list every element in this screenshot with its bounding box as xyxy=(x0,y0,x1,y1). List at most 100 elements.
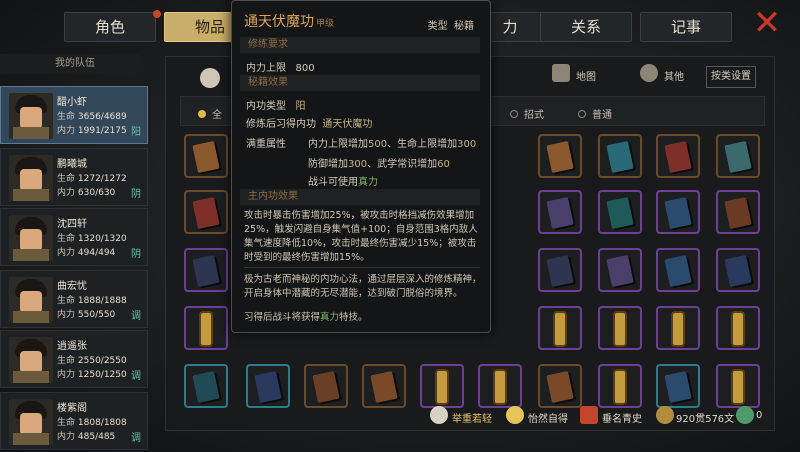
character-card[interactable]: 逍遥张 生命 2550/2550 内力 1250/1250 调 xyxy=(0,330,148,388)
tooltip-title-text: 通天伏魔功 xyxy=(244,14,314,30)
full-3a-value: 真力 xyxy=(358,177,378,188)
yinyang-tag: 调 xyxy=(131,371,141,382)
book-icon xyxy=(192,255,220,287)
filter-label-normal: 普通 xyxy=(592,110,612,121)
item-slot[interactable] xyxy=(656,190,700,234)
description-text: 极为古老而神秘的内功心法，通过层层深入的修炼精神，开启身体中潜藏的无尽潜能，达到… xyxy=(244,274,482,299)
item-slot[interactable] xyxy=(420,364,464,408)
filter-radio-all[interactable] xyxy=(198,110,206,118)
character-card[interactable]: 楼紫阁 生命 1808/1808 内力 485/485 调 xyxy=(0,392,148,450)
status-bar: 举重若轻 怡然自得 垂名青史 920贯576文 0 xyxy=(420,406,780,432)
item-slot[interactable] xyxy=(716,248,760,292)
item-slot[interactable] xyxy=(538,190,582,234)
item-slot[interactable] xyxy=(304,364,348,408)
book-icon xyxy=(606,255,634,287)
item-slot[interactable] xyxy=(184,134,228,178)
scroll-icon xyxy=(733,371,743,403)
after-value: 通天伏魔功 xyxy=(322,119,373,130)
item-slot[interactable] xyxy=(598,134,642,178)
character-portrait xyxy=(9,337,53,383)
book-icon xyxy=(546,371,574,403)
character-card[interactable]: 鹏曦城 生命 1272/1272 内力 630/630 阴 xyxy=(0,148,148,206)
full-1a-value: 500 xyxy=(368,139,388,150)
item-slot[interactable] xyxy=(538,306,582,350)
yinyang-tag: 阴 xyxy=(131,189,141,200)
close-icon[interactable]: ✕ xyxy=(750,6,784,40)
mp-value: 494/494 xyxy=(77,248,116,258)
item-slot[interactable] xyxy=(598,364,642,408)
note-text: 习得后战斗将获得真力特技。 xyxy=(244,311,482,325)
hp-value: 1888/1888 xyxy=(77,296,127,306)
hp-label: 生命 xyxy=(57,174,76,184)
character-name: 楼紫阁 xyxy=(57,403,87,414)
tab-relations[interactable]: 关系 xyxy=(540,12,632,42)
book-icon xyxy=(724,141,752,173)
filter-radio-normal[interactable] xyxy=(578,110,586,118)
status-burden: 举重若轻 xyxy=(452,414,492,425)
item-slot[interactable] xyxy=(656,306,700,350)
character-portrait xyxy=(9,215,53,261)
item-slot[interactable] xyxy=(716,134,760,178)
subtab-other[interactable]: 其他 xyxy=(664,68,684,83)
full-2a-value: 300 xyxy=(348,159,368,170)
book-icon xyxy=(664,255,692,287)
tab-journal[interactable]: 记事 xyxy=(640,12,732,42)
full-1a: 内力上限增加 xyxy=(308,139,368,150)
item-slot[interactable] xyxy=(478,364,522,408)
pouch-icon[interactable] xyxy=(200,68,220,88)
character-name: 鹏曦城 xyxy=(57,159,87,170)
hp-value: 3656/4689 xyxy=(77,112,127,122)
item-slot[interactable] xyxy=(598,248,642,292)
neigong-type-row: 内功类型 阳 xyxy=(246,97,306,112)
sort-settings-button[interactable]: 按类设置 xyxy=(706,66,756,88)
item-slot[interactable] xyxy=(656,248,700,292)
type-label: 类型 xyxy=(427,21,448,32)
scroll-icon xyxy=(733,313,743,345)
scroll-icon xyxy=(495,371,505,403)
item-slot[interactable] xyxy=(184,364,228,408)
book-icon xyxy=(546,141,574,173)
banner-icon xyxy=(580,406,598,424)
mp-label: 内力 xyxy=(57,126,76,136)
filter-radio-moves[interactable] xyxy=(510,110,518,118)
note-value: 真力 xyxy=(320,312,340,323)
item-slot[interactable] xyxy=(716,306,760,350)
item-slot[interactable] xyxy=(362,364,406,408)
item-slot[interactable] xyxy=(184,190,228,234)
other-icon[interactable] xyxy=(640,64,658,82)
subtab-map[interactable]: 地图 xyxy=(576,68,596,83)
jade-icon xyxy=(736,406,754,424)
weightlifter-icon xyxy=(430,406,448,424)
item-slot[interactable] xyxy=(656,364,700,408)
tab-character[interactable]: 角色 xyxy=(64,10,161,42)
map-icon[interactable] xyxy=(552,64,570,82)
item-slot[interactable] xyxy=(538,364,582,408)
smile-icon xyxy=(506,406,524,424)
tooltip-type: 类型 秘籍 xyxy=(428,17,474,32)
hp-label: 生命 xyxy=(57,418,76,428)
mp-value: 630/630 xyxy=(77,188,116,198)
item-slot[interactable] xyxy=(246,364,290,408)
character-portrait xyxy=(9,399,53,445)
character-card[interactable]: 醋小虾 生命 3656/4689 内力 1991/2175 阳 xyxy=(0,86,148,144)
main-effect-text: 攻击时暴击伤害增加25%，被攻击时格挡减伤效果增加25%，触发闪避自身集气值+1… xyxy=(244,210,478,263)
item-slot[interactable] xyxy=(184,306,228,350)
tab-items-label: 物品 xyxy=(194,18,225,36)
item-slot[interactable] xyxy=(656,134,700,178)
book-icon xyxy=(254,371,282,403)
yinyang-tag: 阳 xyxy=(131,127,141,138)
scroll-icon xyxy=(437,371,447,403)
item-slot[interactable] xyxy=(716,190,760,234)
item-slot[interactable] xyxy=(716,364,760,408)
character-card[interactable]: 曲宏忧 生命 1888/1888 内力 550/550 调 xyxy=(0,270,148,328)
full-row-2: 防御增加300、武学常识增加60 xyxy=(308,155,450,170)
full-1b: 、生命上限增加 xyxy=(387,139,458,150)
character-card[interactable]: 沈四轩 生命 1320/1320 内力 494/494 阴 xyxy=(0,208,148,266)
mp-value: 1250/1250 xyxy=(77,370,127,380)
item-slot[interactable] xyxy=(538,248,582,292)
item-slot[interactable] xyxy=(598,190,642,234)
item-slot[interactable] xyxy=(598,306,642,350)
item-slot[interactable] xyxy=(184,248,228,292)
tab-martial-label: 力 xyxy=(502,18,518,36)
item-slot[interactable] xyxy=(538,134,582,178)
